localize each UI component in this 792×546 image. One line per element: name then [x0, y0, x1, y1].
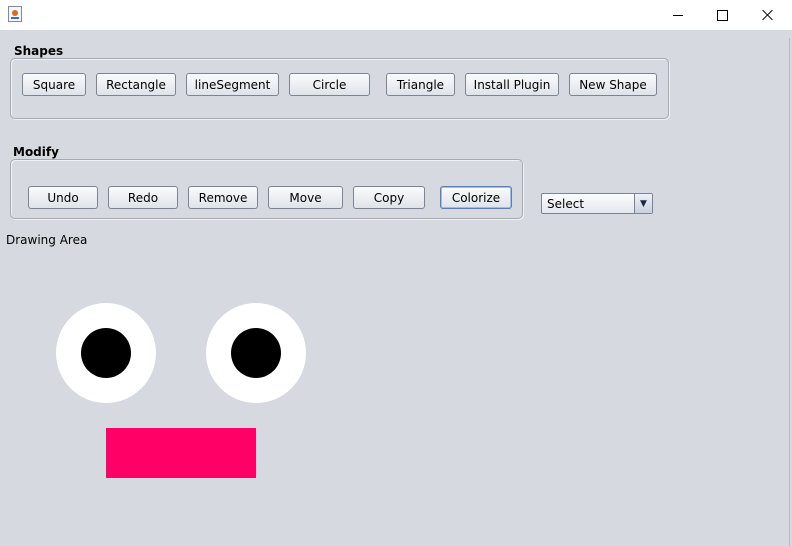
undo-button[interactable]: Undo: [28, 186, 98, 209]
modify-panel-label: Modify: [13, 145, 59, 159]
drawing-area[interactable]: [0, 250, 792, 546]
redo-button[interactable]: Redo: [108, 186, 178, 209]
rectangle-button[interactable]: Rectangle: [96, 73, 176, 96]
maximize-icon: [716, 9, 728, 21]
triangle-down-icon[interactable]: ▼: [634, 194, 652, 213]
title-bar: [0, 0, 792, 30]
close-icon: [762, 9, 774, 21]
remove-button[interactable]: Remove: [188, 186, 258, 209]
line-segment-button[interactable]: lineSegment: [186, 73, 279, 96]
java-cup-icon: [8, 6, 22, 22]
left-eye-pupil-circle[interactable]: [81, 328, 131, 378]
new-shape-button[interactable]: New Shape: [569, 73, 657, 96]
colorize-button[interactable]: Colorize: [440, 186, 512, 209]
select-value: Select: [547, 197, 585, 211]
install-plugin-button[interactable]: Install Plugin: [465, 73, 559, 96]
minimize-button[interactable]: [655, 0, 701, 30]
triangle-button[interactable]: Triangle: [386, 73, 455, 96]
circle-button[interactable]: Circle: [289, 73, 370, 96]
square-button[interactable]: Square: [22, 73, 86, 96]
shapes-panel-label: Shapes: [14, 44, 64, 58]
close-button[interactable]: [745, 0, 791, 30]
select-dropdown[interactable]: Select ▼: [541, 193, 653, 214]
copy-button[interactable]: Copy: [353, 186, 425, 209]
move-button[interactable]: Move: [268, 186, 343, 209]
right-eye-pupil-circle[interactable]: [231, 328, 281, 378]
mouth-rectangle[interactable]: [106, 428, 256, 478]
minimize-icon: [673, 14, 683, 16]
maximize-button[interactable]: [699, 0, 745, 30]
drawing-area-label: Drawing Area: [6, 233, 88, 247]
